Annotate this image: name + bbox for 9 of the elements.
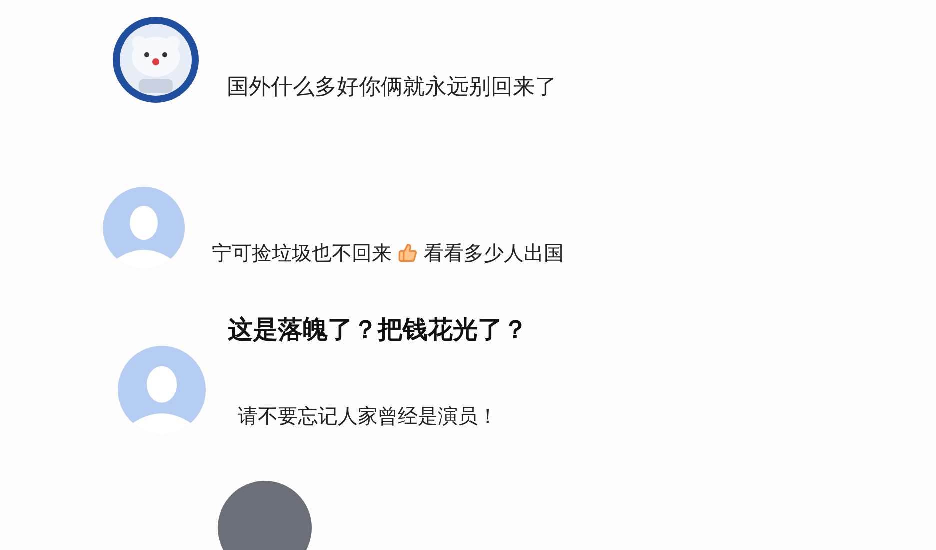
comment-text: 宁可捡垃圾也不回来 xyxy=(212,243,392,263)
comment-text: 看看多少人出国 xyxy=(424,243,564,263)
caption-text: 这是落魄了？把钱花光了？ xyxy=(228,317,528,342)
comment-text: 请不要忘记人家曾经是演员！ xyxy=(238,406,498,426)
thumbs-up-icon xyxy=(398,243,418,263)
default-avatar-icon xyxy=(118,346,206,434)
default-avatar-icon xyxy=(103,187,185,269)
bear-avatar-icon xyxy=(113,17,199,103)
comment-text: 国外什么多好你俩就永远别回来了 xyxy=(227,77,557,99)
